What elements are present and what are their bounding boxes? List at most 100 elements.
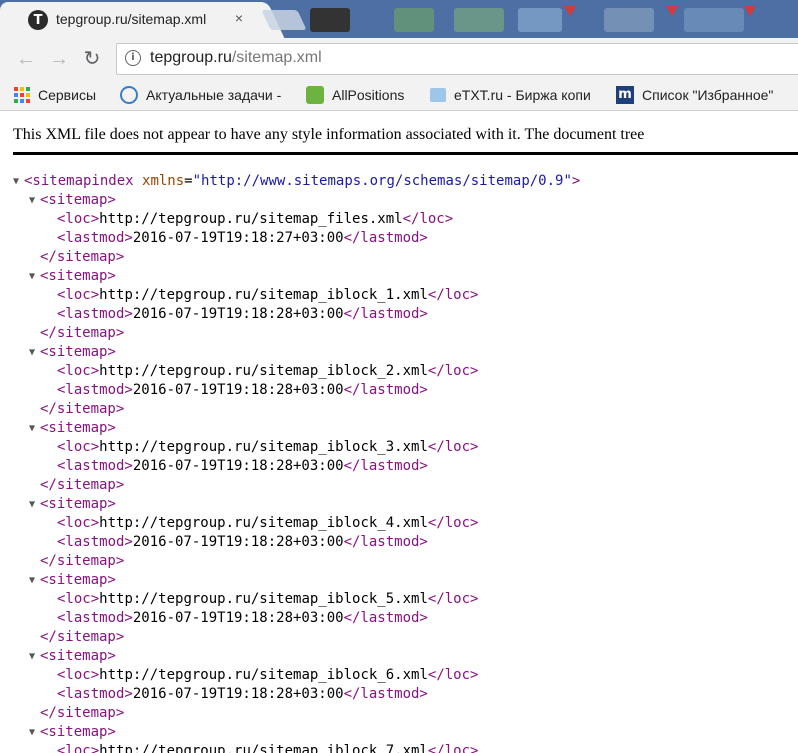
loc-line: <loc>http://tepgroup.ru/sitemap_iblock_1… [57,286,478,305]
url-host: tepgroup.ru [150,49,232,66]
tab-title: tepgroup.ru/sitemap.xml [56,11,207,27]
collapse-toggle-icon[interactable]: ▼ [13,172,19,191]
xml-tag: <lastmod> [57,230,133,246]
forward-button[interactable]: → [47,47,71,71]
background-tabs [304,4,798,34]
collapse-toggle-icon[interactable]: ▼ [29,343,35,362]
apps-icon [14,87,30,103]
sitemap-open: <sitemap> [40,191,116,210]
xml-attr-name: xmlns [142,173,185,189]
cloud-icon [120,86,138,104]
xml-tag: </sitemap> [40,553,125,569]
allpositions-icon [306,86,324,104]
xml-tag: <sitemap> [40,572,116,588]
xml-tag: </loc> [427,363,479,379]
lastmod-line: <lastmod>2016-07-19T19:18:28+03:00</last… [57,609,428,628]
background-tab[interactable] [518,8,562,32]
bookmarks-bar: Сервисы Актуальные задачи - AllPositions… [0,80,798,111]
collapse-toggle-icon[interactable]: ▼ [29,495,35,514]
sitemap-loc: http://tepgroup.ru/sitemap_iblock_2.xml [99,363,428,379]
sitemap-loc: http://tepgroup.ru/sitemap_iblock_1.xml [99,287,428,303]
sitemap-close: </sitemap> [40,248,124,267]
xml-tag: <sitemap> [40,268,116,284]
sitemap-open: <sitemap> [40,419,116,438]
loc-line: <loc>http://tepgroup.ru/sitemap_iblock_6… [57,666,478,685]
xml-tag: </lastmod> [343,458,428,474]
sitemap-close: </sitemap> [40,552,124,571]
loc-line: <loc>http://tepgroup.ru/sitemap_files.xm… [57,210,453,229]
xml-tag: </loc> [427,439,479,455]
info-icon[interactable]: i [125,50,141,66]
bookmark-etxt[interactable]: eTXT.ru - Биржа копи [430,84,591,106]
lastmod-line: <lastmod>2016-07-19T19:18:27+03:00</last… [57,229,428,248]
xml-tag: <lastmod> [57,382,133,398]
sitemap-close: </sitemap> [40,400,124,419]
bookmark-label: Сервисы [38,87,97,103]
xml-tag: </sitemap> [40,705,125,721]
xml-tag: </loc> [402,211,454,227]
collapse-toggle-icon[interactable]: ▼ [29,191,35,210]
xml-tag: <loc> [57,363,100,379]
xml-attr-value: "http://www.sitemaps.org/schemas/sitemap… [192,173,572,189]
sitemap-lastmod: 2016-07-19T19:18:28+03:00 [132,458,344,474]
xml-tag: </sitemap> [40,629,125,645]
lastmod-line: <lastmod>2016-07-19T19:18:28+03:00</last… [57,305,428,324]
sitemap-open: <sitemap> [40,267,116,286]
background-tab[interactable] [310,8,350,32]
xml-tag: </loc> [427,667,479,683]
back-button[interactable]: ← [14,47,38,71]
xml-tag: <sitemapindex [24,173,134,189]
background-tab[interactable] [684,8,744,32]
sitemap-lastmod: 2016-07-19T19:18:28+03:00 [132,306,344,322]
sitemap-open: <sitemap> [40,723,116,742]
sitemap-lastmod: 2016-07-19T19:18:28+03:00 [132,382,344,398]
background-tab[interactable] [454,8,504,32]
collapse-toggle-icon[interactable]: ▼ [29,571,35,590]
xml-tag: <sitemap> [40,344,116,360]
xml-tag: </sitemap> [40,249,125,265]
sitemap-open: <sitemap> [40,647,116,666]
tab-alert-icon [744,6,756,16]
bookmark-label: AllPositions [332,87,405,103]
xml-tag: </lastmod> [343,686,428,702]
xml-tag: <lastmod> [57,534,133,550]
tab-close-icon[interactable]: × [230,9,248,27]
tab-active[interactable]: T tepgroup.ru/sitemap.xml × [0,2,262,38]
xml-tag: <loc> [57,439,100,455]
xml-tag: </loc> [427,743,479,753]
site-favicon-icon: T [28,10,48,30]
xml-tag: </sitemap> [40,401,125,417]
sitemap-lastmod: 2016-07-19T19:18:27+03:00 [132,230,344,246]
lastmod-line: <lastmod>2016-07-19T19:18:28+03:00</last… [57,685,428,704]
sitemap-lastmod: 2016-07-19T19:18:28+03:00 [132,610,344,626]
xml-tag: <lastmod> [57,610,133,626]
xml-tag: </loc> [427,287,479,303]
bookmark-allpositions[interactable]: AllPositions [306,84,404,106]
collapse-toggle-icon[interactable]: ▼ [29,647,35,666]
background-tab[interactable] [394,8,434,32]
bookmark-favorites[interactable]: m Список "Избранное" [616,84,773,106]
reload-button[interactable]: ↻ [80,47,104,71]
xml-tag: <lastmod> [57,458,133,474]
xml-tag: </sitemap> [40,325,125,341]
sitemap-close: </sitemap> [40,476,124,495]
bookmark-apps[interactable]: Сервисы [14,84,96,106]
sitemap-loc: http://tepgroup.ru/sitemap_iblock_3.xml [99,439,428,455]
collapse-toggle-icon[interactable]: ▼ [29,267,35,286]
address-bar[interactable]: i tepgroup.ru/sitemap.xml [116,43,798,75]
sitemap-loc: http://tepgroup.ru/sitemap_iblock_7.xml [99,743,428,753]
sitemap-loc: http://tepgroup.ru/sitemap_iblock_5.xml [99,591,428,607]
loc-line: <loc>http://tepgroup.ru/sitemap_iblock_3… [57,438,478,457]
loc-line: <loc>http://tepgroup.ru/sitemap_iblock_4… [57,514,478,533]
collapse-toggle-icon[interactable]: ▼ [29,723,35,742]
xml-tag: <lastmod> [57,686,133,702]
tab-alert-icon [564,6,576,16]
tab-strip: T tepgroup.ru/sitemap.xml × [0,0,798,38]
background-tab[interactable] [604,8,654,32]
bookmark-tasks[interactable]: Актуальные задачи - [120,84,281,106]
url-text[interactable]: tepgroup.ru/sitemap.xml [150,49,322,67]
bookmark-label: eTXT.ru - Биржа копи [454,87,591,103]
lastmod-line: <lastmod>2016-07-19T19:18:28+03:00</last… [57,457,428,476]
sitemap-loc: http://tepgroup.ru/sitemap_files.xml [99,211,403,227]
collapse-toggle-icon[interactable]: ▼ [29,419,35,438]
